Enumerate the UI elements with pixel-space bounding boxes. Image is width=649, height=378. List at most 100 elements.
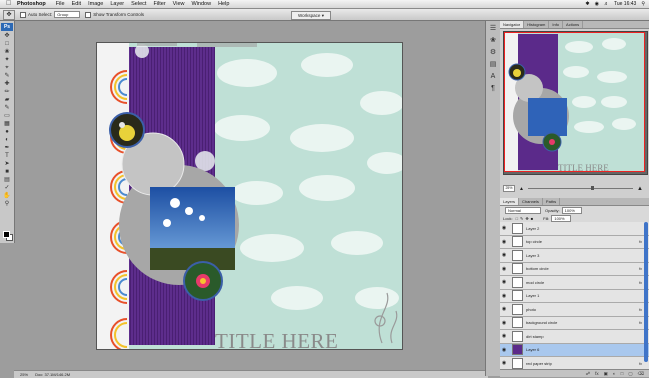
eyedropper-icon[interactable]: ✓ [2, 185, 12, 192]
magic-wand-icon[interactable]: ✦ [2, 57, 12, 64]
zoom-slider[interactable] [527, 186, 634, 190]
menu-view[interactable]: View [173, 1, 185, 7]
layer-row[interactable]: ◉ photo fx [500, 303, 649, 317]
eraser-icon[interactable]: ▭ [2, 113, 12, 120]
tab-histogram[interactable]: Histogram [524, 21, 550, 28]
pen-icon[interactable]: ✒ [2, 145, 12, 152]
auto-select-option[interactable]: Auto Select: Group [20, 11, 81, 18]
eye-icon[interactable]: ◉ [500, 252, 508, 258]
layer-row[interactable]: ◉ top circle fx [500, 235, 649, 249]
fx-icon[interactable]: fx [639, 361, 642, 366]
document-canvas[interactable]: TITLE HERE [97, 43, 402, 349]
move-icon[interactable]: ✥ [2, 33, 12, 40]
menu-edit[interactable]: Edit [72, 1, 81, 7]
fx-icon[interactable]: fx [639, 280, 642, 285]
auto-select-checkbox[interactable] [20, 11, 26, 18]
doc-info[interactable]: Doc: 37.1M/146.2M [35, 372, 70, 377]
crop-icon[interactable]: ⌖ [2, 65, 12, 72]
menu-layer[interactable]: Layer [110, 1, 124, 7]
zoom-out-icon[interactable]: ▲ [519, 186, 524, 192]
show-transform-checkbox[interactable] [85, 11, 92, 18]
eye-icon[interactable]: ◉ [500, 239, 508, 245]
lock-transparency-icon[interactable]: □ [516, 216, 518, 221]
workspace-button[interactable]: Workspace ▾ [291, 11, 331, 20]
layers-scrollbar[interactable] [644, 222, 648, 362]
bluetooth-icon[interactable]: ✱ [585, 1, 589, 7]
tab-paths[interactable]: Paths [543, 198, 561, 205]
tab-layers[interactable]: Layers [500, 198, 520, 205]
fx-icon[interactable]: fx [639, 266, 642, 271]
layer-row[interactable]: ◉ Layer 3 [500, 249, 649, 263]
show-transform-option[interactable]: Show Transform Controls [85, 11, 144, 18]
link-layers-icon[interactable]: ☍ [586, 371, 591, 377]
slice-icon[interactable]: ✎ [2, 73, 12, 80]
eye-icon[interactable]: ◉ [500, 360, 508, 366]
fill-field[interactable]: 100% [551, 214, 572, 222]
spotlight-icon[interactable]: ⚲ [641, 1, 645, 7]
menu-filter[interactable]: Filter [153, 1, 165, 7]
blend-mode-dropdown[interactable]: Normal [505, 206, 541, 214]
path-select-icon[interactable]: ➤ [2, 161, 12, 168]
history-brush-icon[interactable]: ✎ [2, 105, 12, 112]
navigator-preview[interactable]: TITLE HERE [503, 31, 648, 175]
type-icon[interactable]: T [2, 153, 12, 160]
character-panel-icon[interactable]: A [489, 73, 497, 81]
menu-file[interactable]: File [56, 1, 65, 7]
menu-select[interactable]: Select [131, 1, 146, 7]
lock-position-icon[interactable]: ✥ [525, 216, 528, 221]
wifi-icon[interactable]: ◉ [595, 1, 599, 7]
zoom-slider-knob[interactable] [591, 186, 594, 190]
eye-icon[interactable]: ◉ [500, 266, 508, 272]
eye-icon[interactable]: ◉ [500, 225, 508, 231]
layer-row[interactable]: ◉ dirt stamp [500, 330, 649, 344]
eye-icon[interactable]: ◉ [500, 293, 508, 299]
fx-icon[interactable]: fx [639, 320, 642, 325]
adjustment-layer-icon[interactable]: ◐ [613, 371, 616, 376]
new-group-icon[interactable]: □ [621, 371, 624, 376]
shape-icon[interactable]: ■ [2, 169, 12, 176]
tab-actions[interactable]: Actions [563, 21, 584, 28]
trash-icon[interactable]: ⌫ [638, 371, 644, 377]
new-layer-icon[interactable]: ▢ [628, 371, 632, 377]
eye-icon[interactable]: ◉ [500, 333, 508, 339]
paragraph-panel-icon[interactable]: ¶ [489, 85, 497, 93]
layer-row-selected[interactable]: ◉ Layer 6 [500, 343, 649, 357]
foreground-color-swatch[interactable] [3, 231, 10, 238]
healing-icon[interactable]: ✚ [2, 81, 12, 88]
lock-image-icon[interactable]: ✎ [520, 216, 523, 221]
menu-image[interactable]: Image [88, 1, 103, 7]
tab-info[interactable]: Info [549, 21, 564, 28]
navigator-view-frame[interactable] [504, 32, 645, 172]
history-panel-icon[interactable]: ☰ [489, 25, 497, 33]
eye-icon[interactable]: ◉ [500, 306, 508, 312]
clock[interactable]: Tue 16:43 [614, 1, 636, 7]
app-menu[interactable]: Photoshop [17, 1, 46, 7]
opacity-field[interactable]: 100% [561, 206, 582, 214]
tab-channels[interactable]: Channels [519, 198, 543, 205]
move-tool-icon[interactable]: ✥ [3, 9, 15, 20]
layer-row[interactable]: ◉ bottom circle fx [500, 262, 649, 276]
eye-icon[interactable]: ◉ [500, 347, 508, 353]
hand-icon[interactable]: ✋ [2, 193, 12, 200]
tool-presets-icon[interactable]: ⚙ [489, 49, 497, 57]
notes-icon[interactable]: ▤ [2, 177, 12, 184]
brush-icon[interactable]: ✏ [2, 89, 12, 96]
fx-icon[interactable]: fx [639, 239, 642, 244]
gradient-icon[interactable]: ▦ [2, 121, 12, 128]
tab-navigator[interactable]: Navigator [500, 21, 525, 28]
menu-window[interactable]: Window [192, 1, 212, 7]
marquee-icon[interactable]: □ [2, 41, 12, 48]
auto-select-dropdown[interactable]: Group [54, 11, 81, 18]
eye-icon[interactable]: ◉ [500, 279, 508, 285]
volume-icon[interactable]: ♬ [604, 1, 609, 7]
eye-icon[interactable]: ◉ [500, 320, 508, 326]
add-style-icon[interactable]: fx [595, 371, 599, 376]
zoom-level[interactable]: 25% [20, 372, 28, 377]
fx-icon[interactable]: fx [639, 307, 642, 312]
layer-row[interactable]: ◉ mod circle fx [500, 276, 649, 290]
stamp-icon[interactable]: ▰ [2, 97, 12, 104]
layer-row[interactable]: ◉ Layer 1 [500, 289, 649, 303]
dodge-icon[interactable]: ◐ [2, 137, 12, 144]
lasso-icon[interactable]: ❀ [2, 49, 12, 56]
menu-help[interactable]: Help [218, 1, 229, 7]
